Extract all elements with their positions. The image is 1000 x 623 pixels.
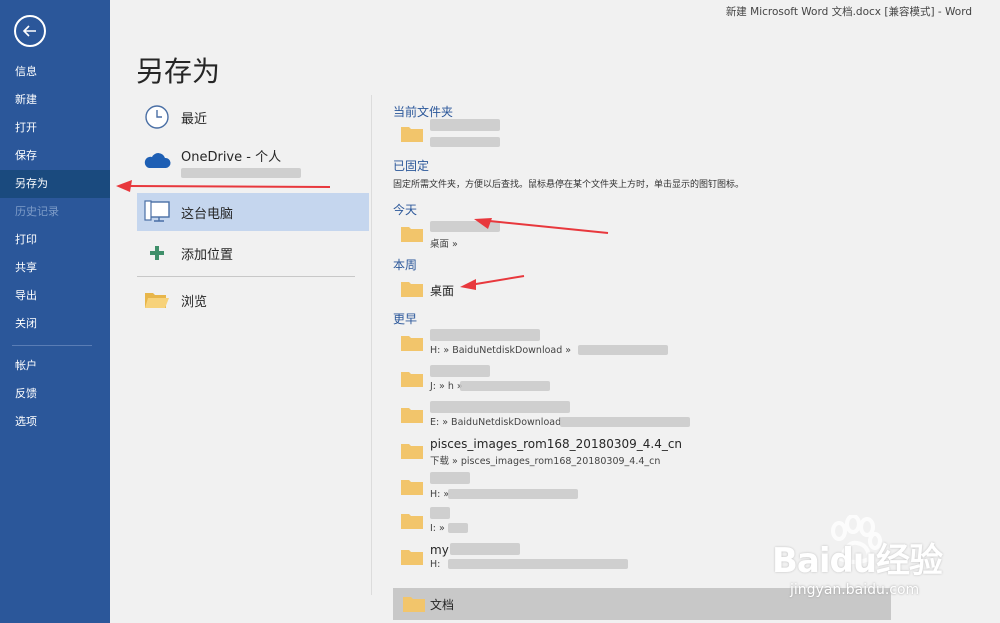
folder-older-6-path: I: » [430,523,445,534]
location-this-pc-label: 这台电脑 [181,206,234,222]
folder-older-2-path: J: » h » [430,381,463,392]
pinned-hint: 固定所需文件夹，方便以后查找。鼠标悬停在某个文件夹上方时，单击显示的图钉图标。 [393,180,745,190]
backstage-nav: 信息 新建 打开 保存 另存为 历史记录 打印 共享 导出 关闭 帐户 反馈 选… [0,0,110,623]
folder-icon [401,550,423,565]
nav-export[interactable]: 导出 [0,282,110,310]
folder-older-7-name: my [430,543,449,557]
folder-icon [403,597,425,612]
nav-info[interactable]: 信息 [0,58,110,86]
nav-divider [12,345,92,346]
location-this-pc[interactable]: 这台电脑 [137,193,369,231]
folder-older-4-name: pisces_images_rom168_20180309_4.4_cn [430,437,683,451]
folder-icon [401,514,423,529]
nav-save[interactable]: 保存 [0,142,110,170]
nav-print[interactable]: 打印 [0,226,110,254]
location-recent-label: 最近 [181,111,208,127]
folder-icon [401,127,423,142]
clock-icon [143,103,171,131]
annotation-arrow-icon [460,275,525,290]
location-recent[interactable]: 最近 [137,98,369,136]
annotation-arrow-icon [116,180,331,192]
back-button[interactable] [14,15,46,47]
location-add-place-label: 添加位置 [181,247,234,263]
folder-older-4-path: 下载 » pisces_images_rom168_20180309_4.4_c… [430,456,661,467]
folder-icon [401,227,423,242]
cloud-icon [143,146,171,174]
open-folder-icon [143,286,171,314]
folder-documents-name: 文档 [430,598,455,612]
folder-current[interactable] [400,117,880,151]
plus-icon [143,239,171,267]
folder-older-1[interactable]: H: » BaiduNetdiskDownload » [400,326,880,360]
section-pinned: 已固定 [393,159,430,173]
folder-older-5-path: H: » [430,489,450,500]
folder-icon [401,282,423,297]
page-title: 另存为 [136,55,221,88]
nav-share[interactable]: 共享 [0,254,110,282]
location-browse[interactable]: 浏览 [137,281,369,319]
panel-divider [371,95,372,595]
folder-older-1-path: H: » BaiduNetdiskDownload » [430,345,572,356]
folder-today-path: 桌面 » [430,239,458,250]
folder-desktop-name: 桌面 [430,284,455,298]
nav-options[interactable]: 选项 [0,408,110,436]
folder-icon [401,444,423,459]
folder-icon [401,336,423,351]
folder-icon [401,408,423,423]
location-add-place[interactable]: 添加位置 [137,234,369,272]
window-title: 新建 Microsoft Word 文档.docx [兼容模式] - Word [725,6,972,18]
folder-older-3-path: E: » BaiduNetdiskDownload [430,417,562,428]
location-browse-label: 浏览 [181,294,208,310]
nav-history: 历史记录 [15,205,59,218]
location-onedrive-label: OneDrive - 个人 [181,149,282,165]
nav-save-as[interactable]: 另存为 [0,170,110,198]
computer-icon [143,198,171,226]
folder-older-4[interactable]: pisces_images_rom168_20180309_4.4_cn 下载 … [400,434,880,468]
section-this-week: 本周 [393,258,418,272]
annotation-arrow-icon [474,218,609,234]
section-today: 今天 [393,203,418,217]
folder-older-2[interactable]: J: » h » [400,362,880,396]
location-separator [137,276,355,277]
nav-open[interactable]: 打开 [0,114,110,142]
folder-icon [401,480,423,495]
folder-icon [401,372,423,387]
folder-older-5[interactable]: H: » [400,470,880,504]
nav-close[interactable]: 关闭 [0,310,110,338]
nav-new[interactable]: 新建 [0,86,110,114]
watermark-brand: Baidu经验 [772,541,943,581]
folder-older-7-path: H: [430,559,441,570]
back-arrow-icon [22,25,36,37]
nav-feedback[interactable]: 反馈 [0,380,110,408]
section-older: 更早 [393,312,418,326]
folder-older-3[interactable]: E: » BaiduNetdiskDownload [400,398,880,432]
watermark-url: jingyan.baidu.com [790,582,920,598]
nav-account[interactable]: 帐户 [0,352,110,380]
